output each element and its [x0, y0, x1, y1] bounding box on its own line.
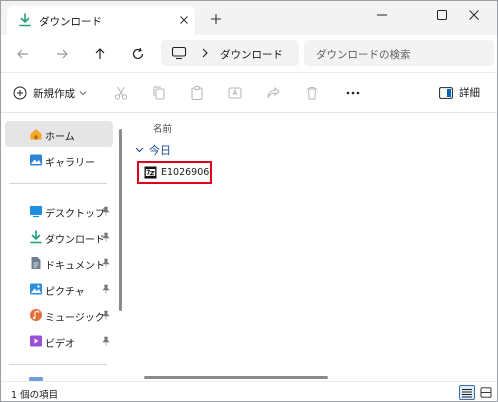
sidebar-item-desktop[interactable]: デスクトップ: [5, 198, 113, 224]
download-icon: [29, 230, 43, 244]
home-icon: [29, 127, 43, 141]
horizontal-scrollbar[interactable]: [144, 376, 328, 379]
large-icons-view-button[interactable]: [478, 385, 494, 400]
large-icons-view-icon: [480, 387, 492, 398]
paste-icon[interactable]: [188, 84, 206, 102]
sidebar-item-pictures[interactable]: ピクチャ: [5, 276, 113, 302]
minimize-icon[interactable]: [359, 1, 405, 29]
sidebar-item-label: ダウンロード: [45, 235, 105, 246]
sidebar-scrollbar[interactable]: [119, 129, 122, 311]
column-header-name[interactable]: 名前: [153, 121, 172, 135]
file-name: E1026906: [161, 167, 210, 178]
sidebar-divider: [9, 183, 107, 184]
computer-icon: [171, 46, 187, 60]
plus-circle-icon: [13, 86, 27, 100]
close-icon[interactable]: [451, 1, 497, 29]
details-view-icon: [462, 388, 472, 397]
file-list: 名前 今日 E1026906: [127, 113, 497, 381]
details-pane-icon: [439, 86, 453, 99]
refresh-icon[interactable]: [128, 44, 148, 64]
details-pane-button[interactable]: 詳細: [439, 85, 480, 100]
navigation-pane: ホーム ギャラリー デスクトップ ダウンロード ドキュメント ピクチャ ミュージ…: [1, 113, 125, 381]
share-icon[interactable]: [264, 84, 282, 102]
back-arrow-icon[interactable]: [13, 44, 33, 64]
sidebar-item-label: ドキュメント: [45, 261, 105, 272]
sidebar-item-home[interactable]: ホーム: [5, 121, 113, 147]
pin-icon[interactable]: [101, 310, 111, 320]
sidebar-item-videos[interactable]: ビデオ: [5, 328, 113, 354]
videos-icon: [29, 334, 43, 348]
navigation-bar: ダウンロード ダウンロードの検索: [1, 35, 497, 73]
sidebar-divider: [9, 364, 107, 365]
delete-icon[interactable]: [303, 84, 321, 102]
copy-icon[interactable]: [150, 84, 168, 102]
details-view-button[interactable]: [459, 385, 475, 400]
details-label: 詳細: [459, 87, 480, 99]
sidebar-item-gallery[interactable]: ギャラリー: [5, 147, 113, 173]
sidebar-item-documents[interactable]: ドキュメント: [5, 250, 113, 276]
item-count: 1 個の項目: [11, 390, 59, 401]
new-button-label: 新規作成: [33, 87, 75, 100]
sidebar-item-label: ホーム: [45, 132, 75, 143]
tab-title: ダウンロード: [39, 16, 102, 28]
address-bar[interactable]: ダウンロード: [161, 40, 299, 66]
forward-arrow-icon[interactable]: [52, 44, 72, 64]
file-item[interactable]: E1026906: [137, 161, 212, 184]
sidebar-item-music[interactable]: ミュージック: [5, 302, 113, 328]
cut-icon[interactable]: [112, 84, 130, 102]
search-placeholder: ダウンロードの検索: [316, 49, 411, 61]
pictures-icon: [29, 282, 43, 296]
title-bar: ダウンロード: [1, 1, 497, 35]
desktop-icon: [29, 204, 43, 218]
chevron-down-icon: [135, 147, 144, 153]
pin-icon[interactable]: [101, 206, 111, 216]
download-icon: [18, 13, 32, 27]
sidebar-item-label: ビデオ: [45, 339, 75, 350]
pin-icon[interactable]: [101, 284, 111, 294]
command-bar: 新規作成 詳細: [1, 73, 497, 113]
sidebar-item-label: ミュージック: [45, 313, 105, 324]
breadcrumb-current[interactable]: ダウンロード: [220, 47, 283, 62]
pin-icon[interactable]: [101, 336, 111, 346]
sidebar-item-label: ピクチャ: [45, 287, 85, 298]
sidebar-item-label: ギャラリー: [45, 158, 95, 169]
pin-icon[interactable]: [101, 232, 111, 242]
pin-icon[interactable]: [101, 258, 111, 268]
status-bar: 1 個の項目: [1, 381, 497, 401]
rename-icon[interactable]: [226, 84, 244, 102]
breadcrumb-chevron-icon[interactable]: [201, 48, 209, 58]
tab-close-icon[interactable]: [177, 13, 191, 27]
tab-downloads[interactable]: ダウンロード: [7, 6, 195, 35]
chevron-down-icon: [79, 90, 87, 96]
7z-archive-icon: [144, 166, 157, 179]
sidebar-item-downloads[interactable]: ダウンロード: [5, 224, 113, 250]
group-header-today[interactable]: 今日: [135, 142, 171, 158]
gallery-icon: [29, 153, 43, 167]
new-tab-icon[interactable]: [208, 11, 224, 27]
search-input[interactable]: ダウンロードの検索: [304, 40, 494, 66]
music-icon: [29, 308, 43, 322]
group-label: 今日: [149, 144, 171, 157]
new-button[interactable]: 新規作成: [13, 83, 87, 103]
file-explorer-window: ダウンロード ダウンロード ダウンロードの検索 新規作成 詳細 ホーム ギャラリ…: [0, 0, 498, 402]
more-icon[interactable]: [344, 84, 362, 102]
documents-icon: [29, 256, 43, 270]
up-arrow-icon[interactable]: [90, 44, 110, 64]
sidebar-item-label: デスクトップ: [45, 209, 105, 220]
